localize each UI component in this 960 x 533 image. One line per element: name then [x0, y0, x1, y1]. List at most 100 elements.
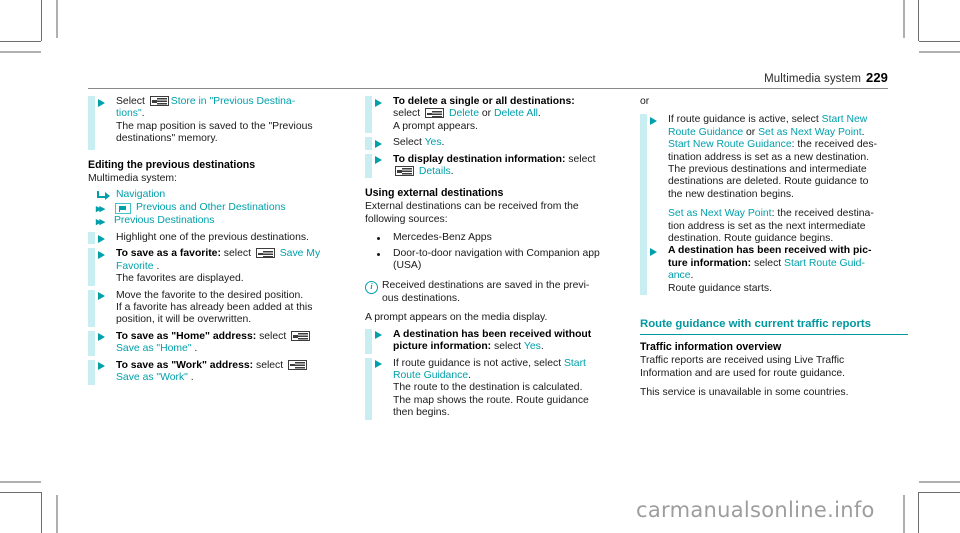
bullet-triangle-icon-9	[375, 156, 382, 165]
period-3: .	[194, 343, 198, 355]
watermark: carmanualsonline.info	[636, 498, 875, 522]
external-intro-l2: following sources:	[365, 213, 448, 225]
period-9: .	[468, 369, 471, 381]
instruction-bar-10	[365, 328, 372, 354]
step-lead: Select	[116, 96, 145, 107]
move-line-3: position, it will be overwritten.	[116, 314, 252, 326]
instruction-bar-13	[640, 245, 647, 296]
step-details-bold: To display destination information:	[393, 153, 566, 165]
source-list: Mercedes-Benz Apps Door-to-door navigati…	[365, 232, 633, 272]
step-destination-received-no-picture: A destination has been received without …	[365, 328, 633, 354]
period-11: .	[690, 270, 694, 282]
ui-link-start-route-guidance-cont: ance	[668, 270, 691, 282]
breadcrumb-item-previous-other[interactable]: Previous and Other Destinations	[136, 202, 286, 214]
ui-link-save-as-work: Save as "Work"	[116, 372, 188, 384]
step-work-bold: To save as "Work" address:	[116, 359, 254, 371]
instruction-bar-4	[88, 289, 95, 327]
desc2-l1: : the received destina-	[771, 208, 874, 220]
crop-mark-top-left-h	[0, 41, 41, 42]
external-intro: External destinations can be received fr…	[365, 201, 633, 226]
step-delete-bold: To delete a single or all destinations:	[393, 96, 575, 107]
device-label: Multimedia system:	[88, 172, 177, 184]
breadcrumb: Navigation ▸▸ Previous and Other Destina…	[88, 189, 358, 228]
ok-button-icon-3	[291, 330, 311, 341]
bullet-triangle-icon-6	[98, 362, 105, 371]
step-work-lead: select	[253, 359, 284, 371]
step-delete-lead: select	[393, 108, 421, 120]
flag-box-icon	[115, 203, 131, 215]
desc-l2: tination address is set as a new destina…	[668, 151, 870, 163]
ok-button-icon-4	[288, 359, 308, 370]
nopic-bold-l2: picture information:	[393, 341, 492, 353]
ok-button-icon-5	[425, 108, 445, 119]
note-line-2: ous destinations.	[382, 292, 460, 304]
step-details-lead: select	[565, 153, 596, 165]
nav-arrow-icon	[96, 190, 111, 201]
traffic-l2: Information and are used for route guida…	[640, 367, 846, 379]
crop-mark-bottom-left-v2	[56, 495, 58, 533]
pic-bold-l2: ture information:	[668, 257, 752, 269]
crop-mark-top-left-v2	[56, 0, 58, 38]
step-select-yes: Select Yes.	[365, 137, 633, 150]
ok-button-icon-2	[255, 248, 275, 259]
ui-link-delete-all: Delete All	[494, 108, 538, 120]
crop-mark-top-right-h	[919, 41, 960, 42]
crop-mark-top-right-v2	[903, 0, 905, 38]
period-8: .	[540, 341, 544, 353]
ui-link-store-cont: tions"	[116, 108, 142, 120]
bullet-triangle-icon-3	[98, 250, 105, 259]
page-number: 229	[866, 70, 888, 85]
period-7: .	[450, 166, 454, 178]
ui-link-save-my-favorite: Save My	[279, 248, 321, 260]
bullet-triangle-icon-13	[650, 247, 657, 256]
note-received-destinations: i Received destinations are saved in the…	[365, 280, 633, 305]
ui-link-delete: Delete	[448, 108, 479, 120]
step-highlight-text: Highlight one of the previous destinatio…	[116, 232, 309, 244]
move-line-1: Move the favorite to the desired positio…	[116, 289, 304, 301]
list-item: Mercedes-Benz Apps	[365, 232, 633, 244]
breadcrumb-item-previous-destinations[interactable]: Previous Destinations	[114, 215, 215, 227]
column-right: or If route guidance is active, select S…	[640, 96, 908, 399]
source-companion: Door-to-door navigation with Companion a…	[393, 247, 600, 259]
ui-link-store: Store in "Previous Destina-	[170, 96, 296, 107]
ui-link-save-my-favorite-cont: Favorite	[116, 260, 154, 272]
ui-link-start-route-guidance: Start Route Guid-	[784, 257, 865, 269]
desc-l3: The previous destinations and intermedia…	[668, 164, 867, 176]
breadcrumb-item-navigation[interactable]: Navigation	[116, 189, 165, 201]
crop-mark-top-right-h2	[919, 51, 960, 53]
step-delete-destinations: To delete a single or all destinations: …	[365, 96, 633, 134]
period-10: .	[861, 126, 865, 138]
column-left: Select Store in "Previous Destina- tions…	[88, 96, 358, 385]
page-header: Multimedia system 229	[88, 68, 888, 89]
ui-link-set-next-waypoint: Set as Next Way Point	[758, 126, 862, 138]
crop-mark-bottom-right-h2	[919, 481, 960, 483]
period-5: .	[537, 108, 541, 120]
crop-mark-bottom-right-v	[918, 492, 919, 533]
bullet-triangle-icon-4	[98, 292, 105, 301]
bullet-triangle-icon-11	[375, 360, 382, 368]
crop-mark-bottom-left-h2	[0, 481, 41, 483]
notactive-pre: If route guidance is not active, select	[393, 357, 564, 369]
step-move-favorite: Move the favorite to the desired positio…	[88, 289, 358, 327]
ui-link-start-new-route-guidance: Start New Route Guidance	[668, 139, 792, 151]
step-favorite-lead: select	[220, 248, 251, 260]
crop-mark-top-left-h2	[0, 51, 41, 53]
instruction-bar-5	[88, 330, 95, 356]
favorites-displayed-result: The favorites are displayed.	[116, 273, 244, 285]
active-mid: or	[743, 126, 759, 138]
instruction-bar-11	[365, 357, 372, 420]
step-home-bold: To save as "Home" address:	[116, 330, 257, 342]
ui-link-details: Details	[418, 166, 451, 178]
step-route-guidance-active: If route guidance is active, select Star…	[640, 114, 908, 246]
bullet-triangle-icon-8	[375, 139, 382, 148]
delete-prompt-result: A prompt appears.	[393, 120, 478, 132]
step-route-guidance-not-active: If route guidance is not active, select …	[365, 357, 633, 420]
column-middle: To delete a single or all destinations: …	[365, 96, 633, 420]
instruction-bar-12	[640, 114, 647, 246]
delete-mid: or	[478, 108, 494, 120]
desc-l4: destinations are deleted. Route guidance…	[668, 176, 869, 188]
bullet-triangle-icon	[98, 98, 105, 107]
source-companion-usa: (USA)	[393, 260, 422, 272]
heading-using-external-destinations: Using external destinations	[365, 187, 504, 200]
instruction-bar-3	[88, 248, 95, 286]
